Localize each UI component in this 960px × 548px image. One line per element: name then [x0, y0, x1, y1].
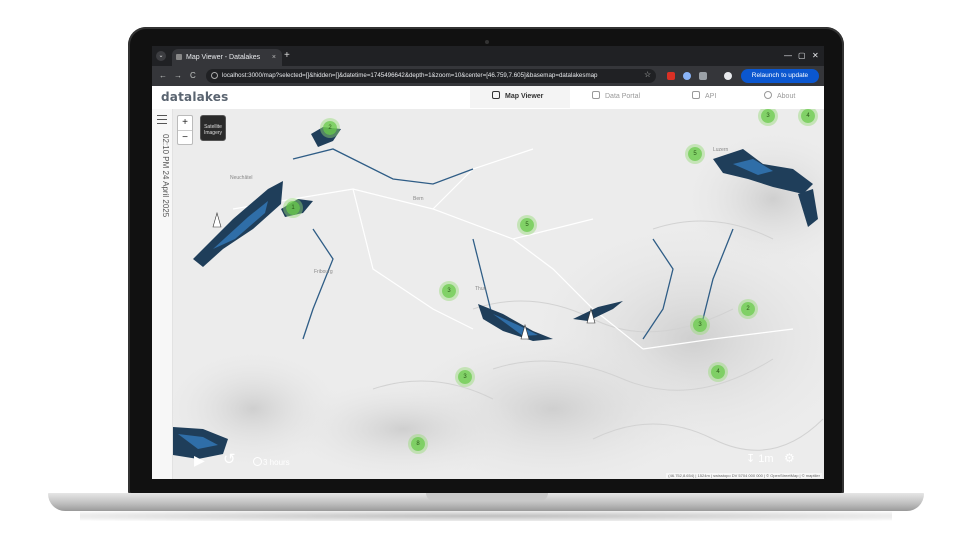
depth-selector[interactable]: ↧ 1m — [746, 453, 774, 465]
nav-label: API — [705, 93, 717, 100]
nav-about[interactable]: About — [764, 86, 795, 108]
zoom-in-button[interactable]: + — [178, 116, 192, 131]
bookmark-star-icon[interactable]: ☆ — [644, 70, 651, 79]
favicon-icon — [176, 54, 182, 60]
nav-api[interactable]: API — [692, 86, 716, 108]
minimize-button[interactable]: — — [784, 50, 792, 62]
tab-title: Map Viewer - Datalakes — [186, 54, 261, 61]
datetime-label[interactable]: 02:10 PM 24 April 2025 — [154, 134, 170, 217]
laptop-notch — [426, 493, 548, 501]
place-label: Luzern — [713, 147, 729, 153]
nav-data-portal[interactable]: Data Portal — [592, 86, 640, 108]
map-canvas[interactable]: + − Satellite Imagery Neuchâtel Bern Fri… — [173, 109, 824, 479]
station-cluster[interactable]: 3 — [761, 109, 775, 123]
map-attribution: (46.752,8.654) | 1524m | swisstopo DV 57… — [666, 473, 822, 478]
map-terrain — [173, 109, 824, 479]
laptop-shadow — [80, 511, 892, 521]
nav-label: About — [777, 93, 796, 100]
step-back-icon[interactable]: ↺ — [223, 450, 236, 468]
tab-list-button[interactable]: ⌄ — [156, 51, 166, 61]
site-info-icon[interactable] — [211, 72, 218, 79]
camera — [485, 40, 489, 44]
tab-close-icon[interactable]: × — [272, 49, 276, 66]
reload-button[interactable]: C — [190, 70, 196, 82]
station-cluster[interactable]: 4 — [711, 365, 725, 379]
place-label: Bern — [413, 196, 424, 202]
extensions-puzzle-icon[interactable] — [699, 72, 707, 80]
close-window-button[interactable]: ✕ — [812, 50, 819, 62]
forward-button[interactable]: → — [174, 70, 182, 82]
nav-label: Data Portal — [605, 93, 641, 100]
extension-icon[interactable] — [667, 72, 675, 80]
api-icon — [692, 91, 700, 99]
browser-tab-strip: ⌄ Map Viewer - Datalakes × + — ▢ ✕ — [152, 46, 824, 66]
new-tab-button[interactable]: + — [284, 50, 290, 62]
station-cluster[interactable]: 3 — [442, 284, 456, 298]
datalakes-logo[interactable]: datalakes — [161, 88, 228, 106]
play-button[interactable]: ▶ — [194, 452, 205, 469]
station-cluster[interactable]: 2 — [741, 302, 755, 316]
station-cluster[interactable]: 2 — [323, 121, 337, 135]
place-label: Thun — [475, 286, 487, 292]
zoom-control: + − — [177, 115, 193, 145]
database-icon — [592, 91, 600, 99]
maximize-button[interactable]: ▢ — [798, 50, 806, 62]
nav-map-viewer[interactable]: Map Viewer — [470, 86, 570, 108]
duration-selector[interactable]: 3 hours — [253, 457, 290, 468]
clock-icon — [253, 457, 262, 466]
station-cluster[interactable]: 5 — [688, 147, 702, 161]
place-label: Neuchâtel — [230, 175, 253, 181]
station-cluster[interactable]: 3 — [458, 370, 472, 384]
map-icon — [492, 91, 500, 99]
back-button[interactable]: ← — [159, 70, 167, 82]
browser-tab[interactable]: Map Viewer - Datalakes × — [172, 49, 282, 66]
settings-icon[interactable]: ⚙ — [784, 452, 795, 464]
extension-icon[interactable] — [683, 72, 691, 80]
station-cluster[interactable]: 3 — [693, 318, 707, 332]
info-icon — [764, 91, 772, 99]
station-cluster[interactable]: 5 — [520, 218, 534, 232]
browser-toolbar: ← → C localhost:3000/map?selected=[]&hid… — [152, 66, 824, 86]
station-cluster[interactable]: 4 — [801, 109, 815, 123]
station-cluster[interactable]: 8 — [411, 437, 425, 451]
url-text: localhost:3000/map?selected=[]&hidden=[]… — [222, 72, 598, 79]
laptop-frame: ⌄ Map Viewer - Datalakes × + — ▢ ✕ ← → C… — [0, 0, 960, 548]
place-label: Fribourg — [314, 269, 333, 275]
duration-label: 3 hours — [263, 458, 290, 467]
basemap-toggle-button[interactable]: Satellite Imagery — [200, 115, 226, 141]
nav-label: Map Viewer — [505, 93, 544, 100]
relaunch-to-update-button[interactable]: Relaunch to update — [741, 69, 819, 83]
side-panel: 02:10 PM 24 April 2025 — [152, 109, 173, 479]
depth-label: 1m — [758, 453, 774, 465]
station-cluster[interactable]: 1 — [286, 201, 300, 215]
depth-icon: ↧ — [746, 453, 756, 465]
app-header: datalakes Map Viewer Data Portal API Abo… — [152, 86, 824, 110]
zoom-out-button[interactable]: − — [178, 131, 192, 145]
menu-icon[interactable] — [157, 115, 167, 124]
address-bar[interactable]: localhost:3000/map?selected=[]&hidden=[]… — [206, 69, 656, 83]
profile-avatar-icon[interactable] — [724, 72, 732, 80]
screen: ⌄ Map Viewer - Datalakes × + — ▢ ✕ ← → C… — [152, 46, 824, 479]
